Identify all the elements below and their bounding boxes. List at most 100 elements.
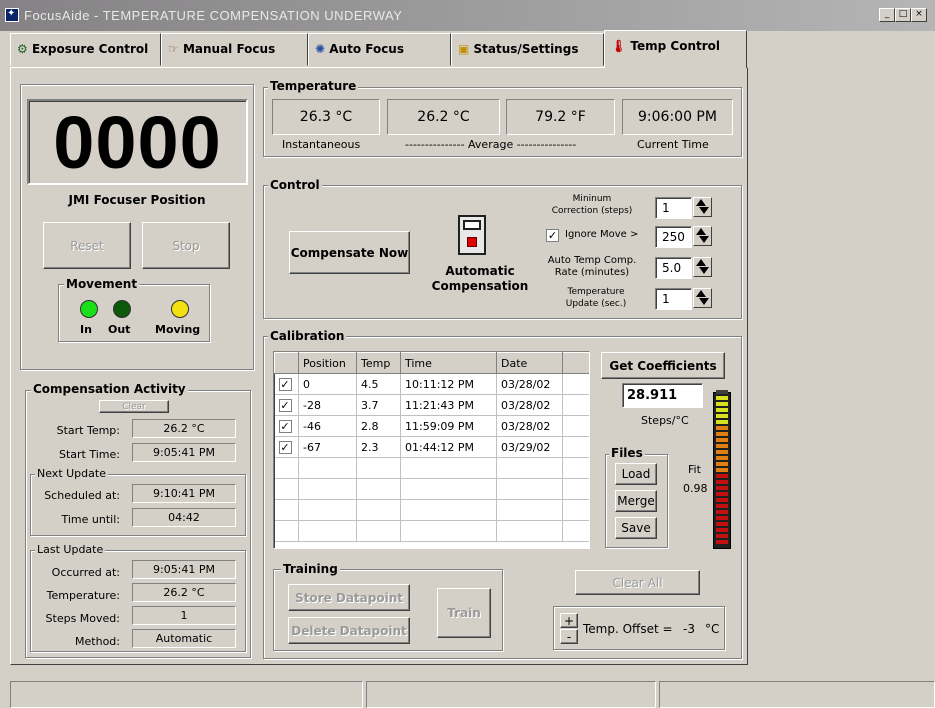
table-row[interactable]: ✓ -28 3.7 11:21:43 PM 03/28/02 (274, 394, 589, 416)
last-temperature-value: 26.2 °C (132, 583, 236, 602)
minimize-button[interactable]: _ (879, 8, 895, 22)
focuser-position-value: 0000 (53, 100, 222, 184)
fit-meter-segment (716, 528, 728, 532)
auto-compensation-switch-icon[interactable] (458, 215, 486, 255)
table-row[interactable] (274, 520, 589, 542)
fit-meter-segment (716, 480, 728, 484)
cell-time: 11:59:09 PM (400, 415, 497, 437)
min-correction-label-1: Mininum (572, 194, 612, 204)
temp-update-input[interactable]: 1 (655, 288, 692, 310)
last-update-label: Last Update (35, 543, 106, 556)
offset-minus-button[interactable]: - (560, 629, 578, 644)
title-bar: FocusAide - TEMPERATURE COMPENSATION UND… (0, 0, 935, 31)
tab-manual-focus[interactable]: ☞ Manual Focus (161, 33, 308, 66)
offset-value: -3 (683, 622, 695, 636)
tab-temp-control[interactable]: 🌡 Temp Control (604, 30, 747, 68)
cell-temp: 4.5 (356, 373, 401, 395)
min-correction-label-2: Correction (steps) (551, 206, 633, 216)
start-time-label: Start Time: (59, 448, 120, 461)
table-row[interactable] (274, 457, 589, 479)
steps-moved-value: 1 (132, 606, 236, 625)
steps-per-degree-label: Steps/°C (641, 414, 689, 427)
cell-date: 03/28/02 (496, 415, 563, 437)
fit-meter-segment (716, 438, 728, 442)
time-until-value: 04:42 (132, 508, 236, 527)
temperature-title: Temperature (268, 79, 359, 93)
fit-meter-segment (716, 462, 728, 466)
cell-position: -67 (298, 436, 357, 458)
temp-update-label-2: Update (sec.) (565, 299, 627, 309)
method-label: Method: (75, 635, 120, 648)
cell-time: 11:21:43 PM (400, 394, 497, 416)
stop-button[interactable]: Stop (142, 222, 230, 269)
tab-auto-focus[interactable]: ✺ Auto Focus (308, 33, 451, 66)
moving-label: Moving (155, 323, 201, 336)
fit-meter-segment (716, 504, 728, 508)
table-row[interactable]: ✓ -46 2.8 11:59:09 PM 03/28/02 (274, 415, 589, 437)
rate-spin-icon[interactable] (693, 257, 712, 277)
save-button[interactable]: Save (615, 517, 657, 539)
scheduled-label: Scheduled at: (44, 489, 120, 502)
column-header-position[interactable]: Position (298, 352, 357, 374)
column-header-blank (562, 352, 589, 374)
row-checkbox[interactable]: ✓ (278, 377, 292, 391)
row-checkbox[interactable]: ✓ (278, 398, 292, 412)
delete-datapoint-button[interactable]: Delete Datapoint (288, 617, 410, 644)
min-correction-spin-icon[interactable] (693, 197, 712, 217)
cell-time: 10:11:12 PM (400, 373, 497, 395)
fit-meter-segment (716, 414, 728, 418)
column-header[interactable] (274, 352, 299, 374)
clear-activity-button[interactable]: Clear (99, 400, 169, 413)
fit-meter-segment (716, 474, 728, 478)
compensate-now-button[interactable]: Compensate Now (289, 231, 410, 274)
tab-exposure-control[interactable]: ⚙ Exposure Control (10, 33, 161, 66)
app-icon (5, 8, 19, 22)
fit-meter-segment (716, 468, 728, 472)
reset-button[interactable]: Reset (43, 222, 131, 269)
tab-label: Exposure Control (31, 42, 149, 56)
fit-value: 0.98 (683, 482, 708, 495)
column-header-temp[interactable]: Temp (356, 352, 401, 374)
temperature-label: Temperature: (46, 589, 120, 602)
table-row[interactable] (274, 478, 589, 500)
clear-all-button[interactable]: Clear All (575, 570, 700, 595)
table-row[interactable] (274, 499, 589, 521)
min-correction-input[interactable]: 1 (655, 197, 692, 219)
column-header-time[interactable]: Time (400, 352, 497, 374)
store-datapoint-button[interactable]: Store Datapoint (288, 584, 410, 611)
instantaneous-temp-value: 26.3 °C (272, 99, 380, 135)
offset-plus-button[interactable]: + (560, 613, 578, 628)
calibration-title: Calibration (268, 329, 347, 343)
fit-meter-segment (716, 534, 728, 538)
cell-position: -46 (298, 415, 357, 437)
get-coefficients-button[interactable]: Get Coefficients (601, 352, 725, 379)
load-button[interactable]: Load (615, 463, 657, 485)
row-checkbox[interactable]: ✓ (278, 419, 292, 433)
cell-temp: 2.3 (356, 436, 401, 458)
tab-label: Manual Focus (182, 42, 276, 56)
window-title: FocusAide - TEMPERATURE COMPENSATION UND… (24, 8, 403, 23)
average-label: --------------- Average --------------- (405, 138, 577, 151)
close-button[interactable]: × (911, 8, 927, 22)
ignore-move-checkbox[interactable]: ✓ (546, 229, 559, 242)
calibration-table[interactable]: Position Temp Time Date ✓ 0 4.5 10:11:12… (273, 351, 590, 549)
table-row[interactable]: ✓ 0 4.5 10:11:12 PM 03/28/02 (274, 373, 589, 395)
time-until-label: Time until: (61, 513, 121, 526)
train-button[interactable]: Train (437, 588, 491, 638)
ignore-move-input[interactable]: 250 (655, 226, 692, 248)
tab-status-settings[interactable]: ▣ Status/Settings (451, 33, 604, 66)
cell-date: 03/29/02 (496, 436, 563, 458)
cell-temp: 2.8 (356, 415, 401, 437)
rate-input[interactable]: 5.0 (655, 257, 692, 279)
steps-moved-label: Steps Moved: (45, 612, 120, 625)
thermometer-icon: 🌡 (611, 39, 627, 53)
column-header-date[interactable]: Date (496, 352, 563, 374)
merge-button[interactable]: Merge (615, 490, 657, 512)
out-label: Out (108, 323, 131, 336)
ignore-move-spin-icon[interactable] (693, 226, 712, 246)
table-row[interactable]: ✓ -67 2.3 01:44:12 PM 03/29/02 (274, 436, 589, 458)
maximize-button[interactable]: □ (895, 8, 911, 22)
row-checkbox[interactable]: ✓ (278, 440, 292, 454)
temp-update-spin-icon[interactable] (693, 288, 712, 308)
scheduled-value: 9:10:41 PM (132, 484, 236, 503)
